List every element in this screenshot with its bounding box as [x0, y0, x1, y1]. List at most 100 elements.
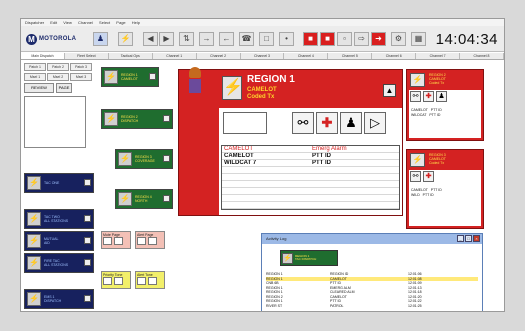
tab-channel-8[interactable]: Channel 8	[460, 53, 504, 59]
tab-channel-7[interactable]: Channel 7	[416, 53, 461, 59]
tab-main-dispatch[interactable]: Main Dispatch	[21, 53, 65, 59]
tab-channel-4[interactable]: Channel 4	[284, 53, 329, 59]
table-row[interactable]: WILDCAT 7 PTT ID	[222, 160, 399, 167]
patch-2-button[interactable]: Patch 2	[47, 63, 69, 71]
people-icon[interactable]: ♟	[436, 91, 447, 102]
list-item[interactable]: WILDCAT PTT ID	[409, 113, 481, 118]
tone-icon[interactable]	[148, 277, 157, 285]
channel-tile[interactable]: ⚡ REGION 2 DISPATCH	[101, 109, 173, 129]
mute-page-panel[interactable]: Mute Page	[101, 231, 131, 249]
menu-edit[interactable]: Edit	[50, 20, 57, 25]
menu-view[interactable]: View	[63, 20, 72, 25]
page-icon[interactable]	[137, 237, 146, 245]
channel-select-icon[interactable]	[163, 195, 170, 202]
red-cross-icon[interactable]: ✚	[423, 91, 434, 102]
table-row[interactable]: CAMELOT Emerg Alarm	[222, 146, 399, 153]
lock-icon[interactable]: ⚯	[410, 171, 421, 182]
lock-icon[interactable]: ⚯	[292, 112, 314, 134]
menu-help[interactable]: Help	[132, 20, 140, 25]
review-button[interactable]: REVIEW	[24, 83, 54, 93]
radio-icon[interactable]: ▷	[364, 112, 386, 134]
maximize-icon[interactable]: □	[465, 235, 472, 242]
channel-tile[interactable]: ⚡ REGION 1 TAC DISPATCH	[280, 250, 338, 266]
msel-1-button[interactable]: Msel 1	[24, 73, 46, 81]
channel-tile[interactable]: ⚡ REGION 1 CAMELOT	[101, 67, 159, 87]
channel-select-icon[interactable]	[84, 215, 91, 222]
close-icon[interactable]: ×	[473, 235, 480, 242]
region-3-window[interactable]: ⚡ REGION 3 CAMELOT Coded Tx ⚯ ✚ CAMELOT P…	[406, 149, 484, 229]
page-button[interactable]: PAGE	[56, 83, 72, 93]
lightning-icon[interactable]: ⚡	[118, 32, 133, 46]
stop-icon[interactable]: ■	[303, 32, 318, 46]
patch-3-button[interactable]: Patch 3	[70, 63, 92, 71]
phone-icon[interactable]: ☎	[239, 32, 254, 46]
priority-tone-panel[interactable]: Priority Tone	[101, 271, 131, 289]
table-row[interactable]: RIVER ST PATROL 12:01:25	[266, 304, 478, 309]
channel-tile[interactable]: ⚡ TAC TWO ALL STATIONS	[24, 209, 94, 229]
back-icon[interactable]: ◀	[143, 32, 158, 46]
channel-select-icon[interactable]	[149, 73, 156, 80]
table-row[interactable]: CAMELOT PTT ID	[222, 153, 399, 160]
menu-page[interactable]: Page	[116, 20, 125, 25]
emergency-icon[interactable]: ■	[320, 32, 335, 46]
tab-channel-1[interactable]: Channel 1	[153, 53, 197, 59]
minimize-icon[interactable]: _	[457, 235, 464, 242]
hold-icon[interactable]: •	[279, 32, 294, 46]
tab-fleet-select[interactable]: Fleet Select	[65, 53, 109, 59]
tab-channel-5[interactable]: Channel 5	[328, 53, 373, 59]
menu-channel[interactable]: Channel	[78, 20, 93, 25]
red-cross-icon[interactable]: ✚	[423, 171, 434, 182]
channel-tile[interactable]: ⚡ REGION 4 NORTH	[115, 189, 173, 209]
menu-dispatcher[interactable]: Dispatcher	[25, 20, 44, 25]
lightning-icon[interactable]: ⚡	[222, 76, 243, 100]
channel-tile[interactable]: ⚡ MUTUAL AID	[24, 231, 94, 251]
region-1-window[interactable]: ⚡ REGION 1 CAMELOT Coded Tx ▲ ⚯ ✚ ♟ ▷ CA…	[178, 67, 403, 216]
users-icon[interactable]: ♟	[93, 32, 108, 46]
patch-1-button[interactable]: Patch 1	[24, 63, 46, 71]
channel-select-icon[interactable]	[84, 259, 91, 266]
page-icon[interactable]	[148, 237, 157, 245]
channel-select-icon[interactable]	[84, 179, 91, 186]
tone-icon[interactable]	[137, 277, 146, 285]
red-cross-icon[interactable]: ✚	[316, 112, 338, 134]
channel-tile[interactable]: ⚡ FIRE TAC ALL STATIONS	[24, 253, 94, 273]
msel-2-button[interactable]: Msel 2	[47, 73, 69, 81]
alert-page-panel[interactable]: Alert Page	[135, 231, 165, 249]
channel-tile[interactable]: ⚡ TAC ONE	[24, 173, 94, 193]
list-item[interactable]: WILD PTT ID	[409, 193, 481, 198]
tab-channel-3[interactable]: Channel 3	[241, 53, 285, 59]
patch-icon[interactable]: ➜	[371, 32, 386, 46]
channel-tile[interactable]: ⚡ REGION 3 COVERAGE	[115, 149, 173, 169]
tone-icon[interactable]	[114, 277, 123, 285]
channel-select-icon[interactable]	[84, 237, 91, 244]
tone-icon[interactable]	[103, 277, 112, 285]
lightning-icon[interactable]: ⚡	[410, 153, 425, 167]
page-icon[interactable]	[114, 237, 123, 245]
channel-tile[interactable]: ⚡ EMS 1 DISPATCH	[24, 289, 94, 309]
split-icon[interactable]: ⇅	[179, 32, 194, 46]
channel-select-icon[interactable]	[163, 155, 170, 162]
forward-icon[interactable]: ▶	[159, 32, 174, 46]
channel-select-icon[interactable]	[84, 295, 91, 302]
tab-tactical-ops[interactable]: Tactical Ops	[109, 53, 153, 59]
home-icon[interactable]: ▲	[383, 84, 396, 97]
arrow-left-icon[interactable]: ←	[219, 32, 234, 46]
settings-icon[interactable]: ⚙	[391, 32, 406, 46]
monitor-icon[interactable]: □	[259, 32, 274, 46]
lightning-icon[interactable]: ⚡	[410, 73, 425, 87]
lock-icon[interactable]: ⚯	[410, 91, 421, 102]
channel-input[interactable]	[223, 112, 267, 134]
grid-icon[interactable]: ▦	[411, 32, 426, 46]
menu-select[interactable]: Select	[99, 20, 110, 25]
tab-channel-6[interactable]: Channel 6	[372, 53, 417, 59]
alert-tone-panel[interactable]: Alert Tone	[135, 271, 165, 289]
msel-3-button[interactable]: Msel 3	[70, 73, 92, 81]
region-2-window[interactable]: ⚡ REGION 2 CAMELOT Coded Tx ⚯ ✚ ♟ CAMELOT …	[406, 69, 484, 141]
arrow-right-icon[interactable]: →	[199, 32, 214, 46]
page-icon[interactable]	[103, 237, 112, 245]
channel-select-icon[interactable]	[163, 115, 170, 122]
chart-icon[interactable]: ▫	[337, 32, 352, 46]
people-icon[interactable]: ♟	[340, 112, 362, 134]
tab-channel-2[interactable]: Channel 2	[197, 53, 241, 59]
activity-log-window[interactable]: Activity Log _ □ × ⚡ REGION 1 TAC DISPAT…	[261, 233, 483, 311]
